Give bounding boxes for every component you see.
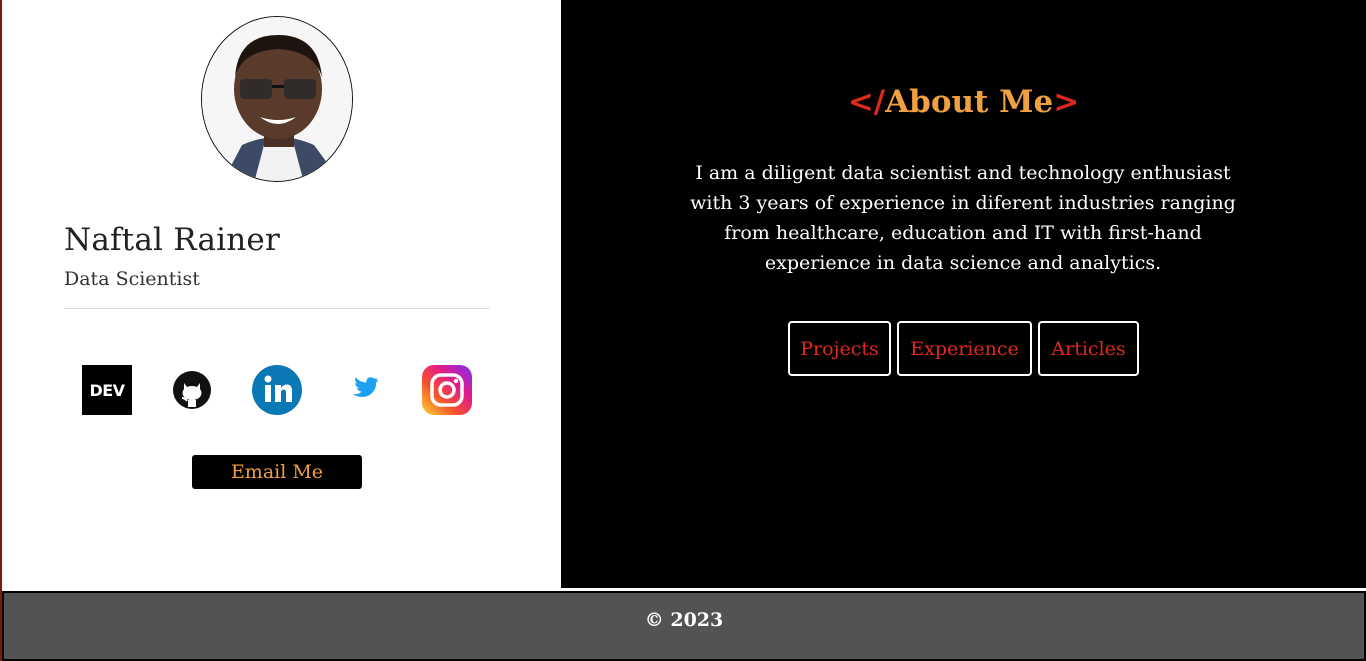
- avatar-image: [202, 17, 352, 181]
- profile-panel: Naftal Rainer Data Scientist DEV Email M…: [0, 0, 561, 590]
- heading-close-bracket: >: [1053, 84, 1080, 120]
- projects-button[interactable]: Projects: [788, 321, 891, 376]
- section-nav: Projects Experience Articles: [561, 321, 1366, 376]
- instagram-icon: [422, 365, 472, 415]
- about-heading: </About Me>: [561, 84, 1366, 120]
- profile-divider: [64, 308, 490, 309]
- github-link[interactable]: [166, 364, 218, 416]
- dev-link[interactable]: DEV: [81, 364, 133, 416]
- dev-icon: DEV: [82, 365, 132, 415]
- portfolio-page: Naftal Rainer Data Scientist DEV Email M…: [0, 0, 1366, 661]
- linkedin-link[interactable]: [251, 364, 303, 416]
- page-footer: © 2023: [2, 591, 1366, 661]
- instagram-link[interactable]: [421, 364, 473, 416]
- copyright-text: © 2023: [644, 609, 724, 631]
- email-me-button[interactable]: Email Me: [192, 455, 362, 489]
- profile-name: Naftal Rainer: [64, 222, 280, 258]
- twitter-icon: [352, 377, 378, 397]
- twitter-link[interactable]: [336, 364, 388, 416]
- profile-photo: [201, 16, 353, 182]
- heading-open-bracket: </: [847, 84, 886, 120]
- linkedin-icon: [252, 365, 302, 415]
- about-panel: </About Me> I am a diligent data scienti…: [561, 0, 1366, 588]
- experience-button[interactable]: Experience: [897, 321, 1032, 376]
- articles-button[interactable]: Articles: [1038, 321, 1139, 376]
- github-icon: [173, 371, 211, 409]
- about-description: I am a diligent data scientist and techn…: [690, 162, 1236, 274]
- heading-text: About Me: [885, 84, 1054, 120]
- profile-role: Data Scientist: [64, 268, 200, 290]
